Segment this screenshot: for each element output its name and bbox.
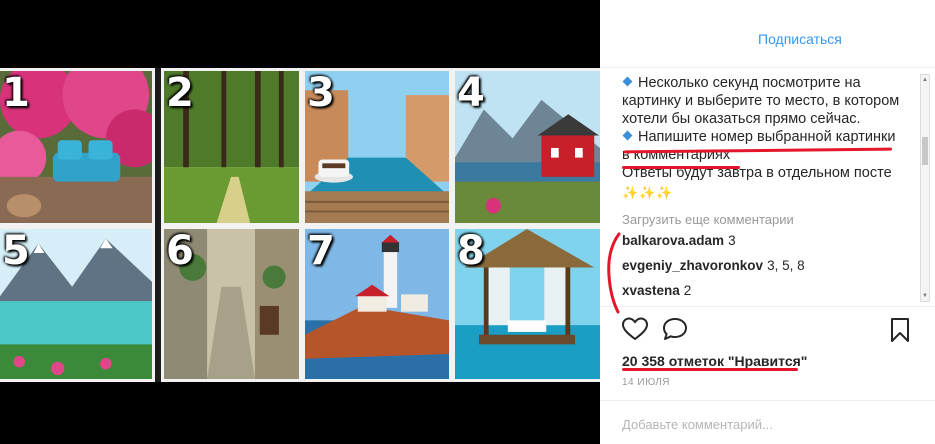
add-comment-input[interactable]	[622, 417, 912, 432]
post-header: Подписаться	[600, 0, 935, 68]
comment-icon[interactable]	[662, 317, 688, 341]
tile-number: 8	[457, 228, 485, 274]
photo-tile-4: 4	[452, 68, 603, 226]
caption-line: картинку и выберите то место, в котором	[622, 93, 900, 109]
caption-text: Несколько секунд посмотрите на	[638, 75, 861, 91]
tile-number: 7	[307, 228, 335, 274]
photo-tile-5: 5	[0, 226, 155, 382]
caption-line: хотели бы оказаться прямо сейчас.	[622, 111, 861, 127]
annotation-underline	[622, 166, 740, 169]
comment-item: balkarova.adam 3	[622, 233, 912, 249]
annotation-bracket	[607, 232, 621, 314]
photo-tile-8: 8	[452, 226, 603, 382]
tile-number: 3	[307, 70, 335, 116]
tile-number: 6	[166, 228, 194, 274]
likes-count[interactable]: 20 358 отметок "Нравится"	[622, 353, 807, 369]
photo-tile-3: 3	[302, 68, 452, 226]
photo-tile-7: 7	[302, 226, 452, 382]
scroll-down-arrow-icon[interactable]: ▼	[921, 291, 929, 301]
scroll-thumb[interactable]	[922, 137, 928, 165]
photo-tile-6: 6	[161, 226, 302, 382]
bookmark-icon[interactable]	[889, 317, 911, 343]
caption-line: Напишите номер выбранной картинки	[622, 128, 912, 146]
blue-diamond-icon	[622, 76, 633, 87]
load-more-comments-button[interactable]: Загрузить еще комментарии	[622, 212, 912, 227]
add-comment-section	[600, 400, 935, 444]
comment-text: 2	[683, 283, 692, 298]
tile-number: 1	[2, 70, 30, 116]
post-date: 14 ИЮЛЯ	[622, 377, 671, 388]
follow-button[interactable]: Подписаться	[758, 31, 842, 47]
tile-number: 5	[2, 228, 30, 274]
sparkles-icon: ✨✨✨	[622, 185, 673, 200]
comments-section: Несколько секунд посмотрите на картинку …	[622, 74, 912, 306]
comment-text: 3	[728, 233, 736, 248]
post-photo[interactable]: 1 2 3 4 5 6 7 8	[0, 0, 603, 444]
post-sidebar: Подписаться Несколько секунд посмотрите …	[600, 0, 935, 444]
comments-scrollbar[interactable]: ▲ ▼	[920, 74, 930, 302]
scroll-up-arrow-icon[interactable]: ▲	[921, 75, 929, 85]
comment-text: 3, 5, 8	[767, 258, 805, 273]
caption-text: Напишите номер выбранной картинки	[638, 129, 896, 145]
comment-username[interactable]: balkarova.adam	[622, 233, 724, 248]
caption-line: Несколько секунд посмотрите на	[622, 74, 912, 92]
tile-number: 4	[457, 70, 485, 116]
image-grid: 1 2 3 4 5 6 7 8	[0, 68, 603, 382]
comment-item: xvastena 2	[622, 283, 912, 299]
photo-tile-1: 1	[0, 68, 155, 226]
blue-diamond-icon	[622, 130, 633, 141]
comment-item: evgeniy_zhavoronkov 3, 5, 8	[622, 258, 912, 274]
tile-number: 2	[166, 70, 194, 116]
comment-list: balkarova.adam 3 evgeniy_zhavoronkov 3, 5,…	[622, 233, 912, 299]
comment-username[interactable]: xvastena	[622, 283, 680, 298]
heart-icon[interactable]	[622, 317, 648, 341]
annotation-underline	[622, 368, 798, 371]
photo-tile-2: 2	[161, 68, 302, 226]
comment-username[interactable]: evgeniy_zhavoronkov	[622, 258, 763, 273]
